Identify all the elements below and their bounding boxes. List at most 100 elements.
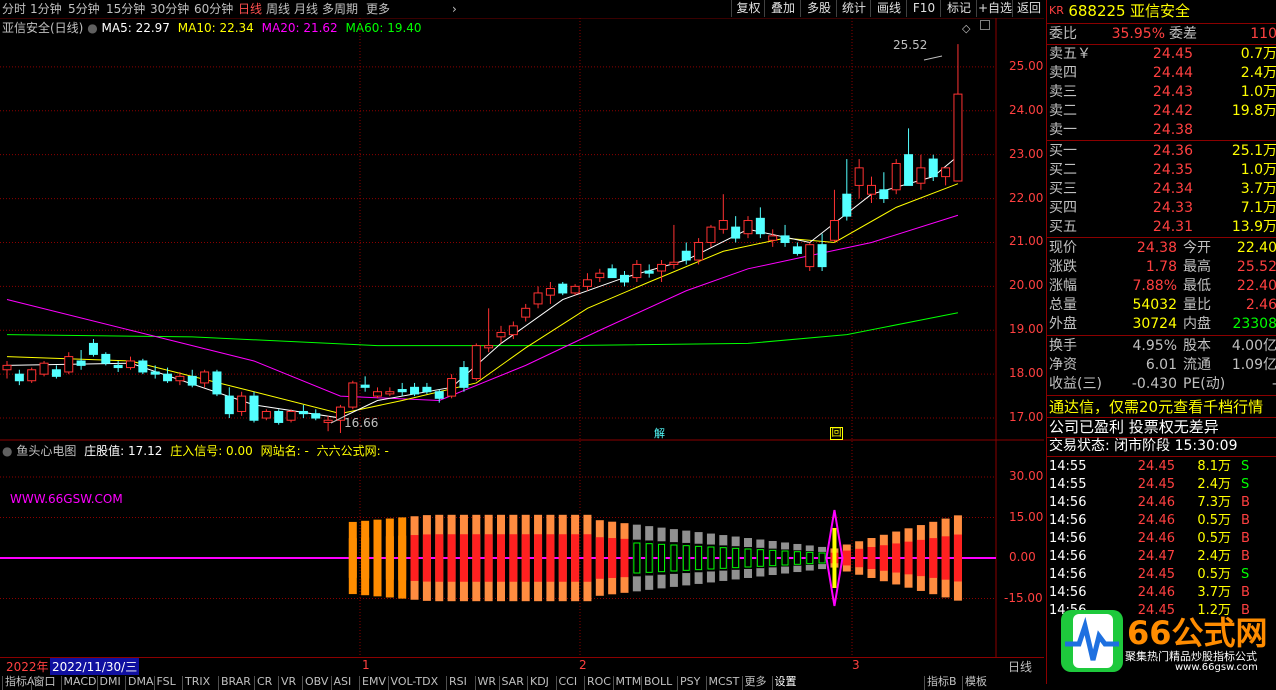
month-3-label: 3 [852, 658, 860, 672]
indicator-tab-13[interactable]: VOL-TDX [387, 676, 441, 690]
indicator-tab-1[interactable]: 窗口 [30, 676, 58, 690]
indicator-tab-5[interactable]: FSL [153, 676, 178, 690]
toolbar-button-2[interactable]: 多股 [800, 0, 837, 17]
candle-down [434, 391, 444, 399]
indicator-tab-24[interactable]: 更多 [741, 676, 769, 690]
candle-up [829, 220, 839, 241]
stats-label: 外盘 [1049, 316, 1077, 332]
indicator-tab-10[interactable]: OBV [302, 676, 330, 690]
bids-row[interactable]: 买二 24.35 1.0万 [1049, 161, 1276, 179]
asks-volume: 2.4万 [1240, 65, 1276, 81]
period-tab-9[interactable]: 多周期 [322, 1, 358, 17]
bids-price: 24.31 [1152, 219, 1193, 235]
indicator-tab-21[interactable]: BOLL [641, 676, 674, 690]
indicator-tab-16[interactable]: SAR [498, 676, 526, 690]
kline-chart-area[interactable]: 亚信安全(日线) ● MA5: 22.97 MA10: 22.34 MA20: … [0, 18, 1044, 658]
candle-up [373, 391, 382, 397]
level2-ad[interactable]: 通达信，仅需20元查看千档行情 [1049, 397, 1263, 417]
indicator-param2: 庄入信号: 0.00 [170, 444, 253, 458]
candle-down [422, 386, 432, 393]
toolbar-button-0[interactable]: 复权 [731, 0, 765, 17]
toolbar-button-7[interactable]: +自选 [976, 0, 1013, 17]
stock-code: 688225 [1068, 2, 1126, 20]
price-tick: 22.00 [1009, 190, 1044, 205]
asks-row[interactable]: 卖五￥ 24.45 0.7万 [1049, 45, 1276, 63]
kline-svg[interactable] [0, 18, 1044, 658]
period-tab-8[interactable]: 月线 [294, 1, 318, 17]
indicator-tab-3[interactable]: DMI [96, 676, 123, 690]
price-tick: 20.00 [1009, 278, 1044, 293]
indicator-tab-19[interactable]: ROC [584, 676, 613, 690]
indicator-tab-2[interactable]: MACD [60, 676, 99, 690]
indicator-tab-9[interactable]: VR [278, 676, 298, 690]
toolbar-button-8[interactable]: 返回 [1012, 0, 1045, 17]
indicator-tab-7[interactable]: BRAR [218, 676, 253, 690]
indicator-tab-12[interactable]: EMV [359, 676, 388, 690]
candle-down [224, 395, 234, 415]
period-tab-10[interactable]: 更多 [366, 1, 390, 17]
candle-up [508, 325, 518, 336]
toolbar-button-4[interactable]: 画线 [870, 0, 907, 17]
period-tab-0[interactable]: 分时 [2, 1, 26, 17]
indicator-column-inner [398, 535, 407, 581]
asks-row[interactable]: 卖二 24.42 19.8万 [1049, 102, 1276, 120]
bids-row[interactable]: 买四 24.33 7.1万 [1049, 199, 1276, 217]
maximize-icon[interactable] [980, 20, 990, 30]
indicator-tab-18[interactable]: CCI [555, 676, 580, 690]
toolbar-button-5[interactable]: F10 [906, 0, 941, 17]
indicator-column-inner [484, 534, 493, 582]
asks-row[interactable]: 卖四 24.44 2.4万 [1049, 64, 1276, 82]
bids-row[interactable]: 买三 24.34 3.7万 [1049, 180, 1276, 198]
diff-label: 委差 [1169, 26, 1197, 42]
indicator-column-inner [558, 534, 567, 582]
stats-label2: 最低 [1183, 278, 1211, 294]
indicator-tab-4[interactable]: DMA [125, 676, 156, 690]
indicator-tab-25[interactable]: 设置 [771, 676, 799, 690]
period-tab-1[interactable]: 1分钟 [30, 1, 62, 17]
indicator-tab-22[interactable]: PSY [677, 676, 702, 690]
toolbar-button-1[interactable]: 叠加 [764, 0, 801, 17]
period-tab-7[interactable]: 周线 [266, 1, 290, 17]
toolbar-button-6[interactable]: 标记 [940, 0, 977, 17]
indicator-tab-14[interactable]: RSI [446, 676, 469, 690]
diamond-icon[interactable]: ◇ [962, 22, 970, 35]
stats-label: 现价 [1049, 240, 1077, 256]
indicator-column-inner [904, 541, 913, 575]
indicator-tab-right-0[interactable]: 指标B [924, 676, 959, 690]
indicator-tab-6[interactable]: TRIX [182, 676, 212, 690]
indicator-tab-11[interactable]: ASI [330, 676, 354, 690]
asks-row[interactable]: 卖三 24.43 1.0万 [1049, 83, 1276, 101]
asks-label: 卖三 [1049, 84, 1077, 100]
period-tab-5[interactable]: 60分钟 [194, 1, 233, 17]
indicator-column-inner [546, 534, 555, 582]
more-arrow-icon[interactable]: › [452, 1, 457, 17]
period-tab-6[interactable]: 日线 [238, 1, 262, 17]
indicator-tab-8[interactable]: CR [254, 676, 274, 690]
jie-icon[interactable]: 解 [653, 427, 666, 440]
bids-label: 买三 [1049, 181, 1077, 197]
indicator-tab-17[interactable]: KDJ [527, 676, 551, 690]
asks-row[interactable]: 卖一 24.38 [1049, 121, 1276, 139]
high-arrow [923, 55, 943, 61]
period-tab-3[interactable]: 15分钟 [106, 1, 145, 17]
period-tab-2[interactable]: 5分钟 [68, 1, 100, 17]
low-annotation: 16.66 [344, 416, 379, 430]
candle-up [2, 364, 12, 371]
indicator-tab-20[interactable]: MTM [612, 676, 644, 690]
candle-down [311, 413, 321, 419]
candle-up [286, 410, 296, 421]
separator [1047, 456, 1276, 457]
hui-icon[interactable]: 回 [830, 427, 843, 440]
watermark-url: www.66gsw.com [1175, 662, 1258, 673]
stats2-row: 收益(三)-0.430PE(动)- [1049, 375, 1276, 393]
stats2-label: 净资 [1049, 357, 1077, 373]
candle-down [88, 342, 98, 355]
year-label: 2022年 [6, 660, 49, 674]
indicator-tab-23[interactable]: MCST [705, 676, 742, 690]
period-tab-4[interactable]: 30分钟 [150, 1, 189, 17]
indicator-tab-right-1[interactable]: 模板 [962, 676, 989, 690]
bids-row[interactable]: 买五 24.31 13.9万 [1049, 218, 1276, 236]
indicator-tab-15[interactable]: WR [474, 676, 499, 690]
toolbar-button-3[interactable]: 统计 [836, 0, 871, 17]
bids-row[interactable]: 买一 24.36 25.1万 [1049, 142, 1276, 160]
